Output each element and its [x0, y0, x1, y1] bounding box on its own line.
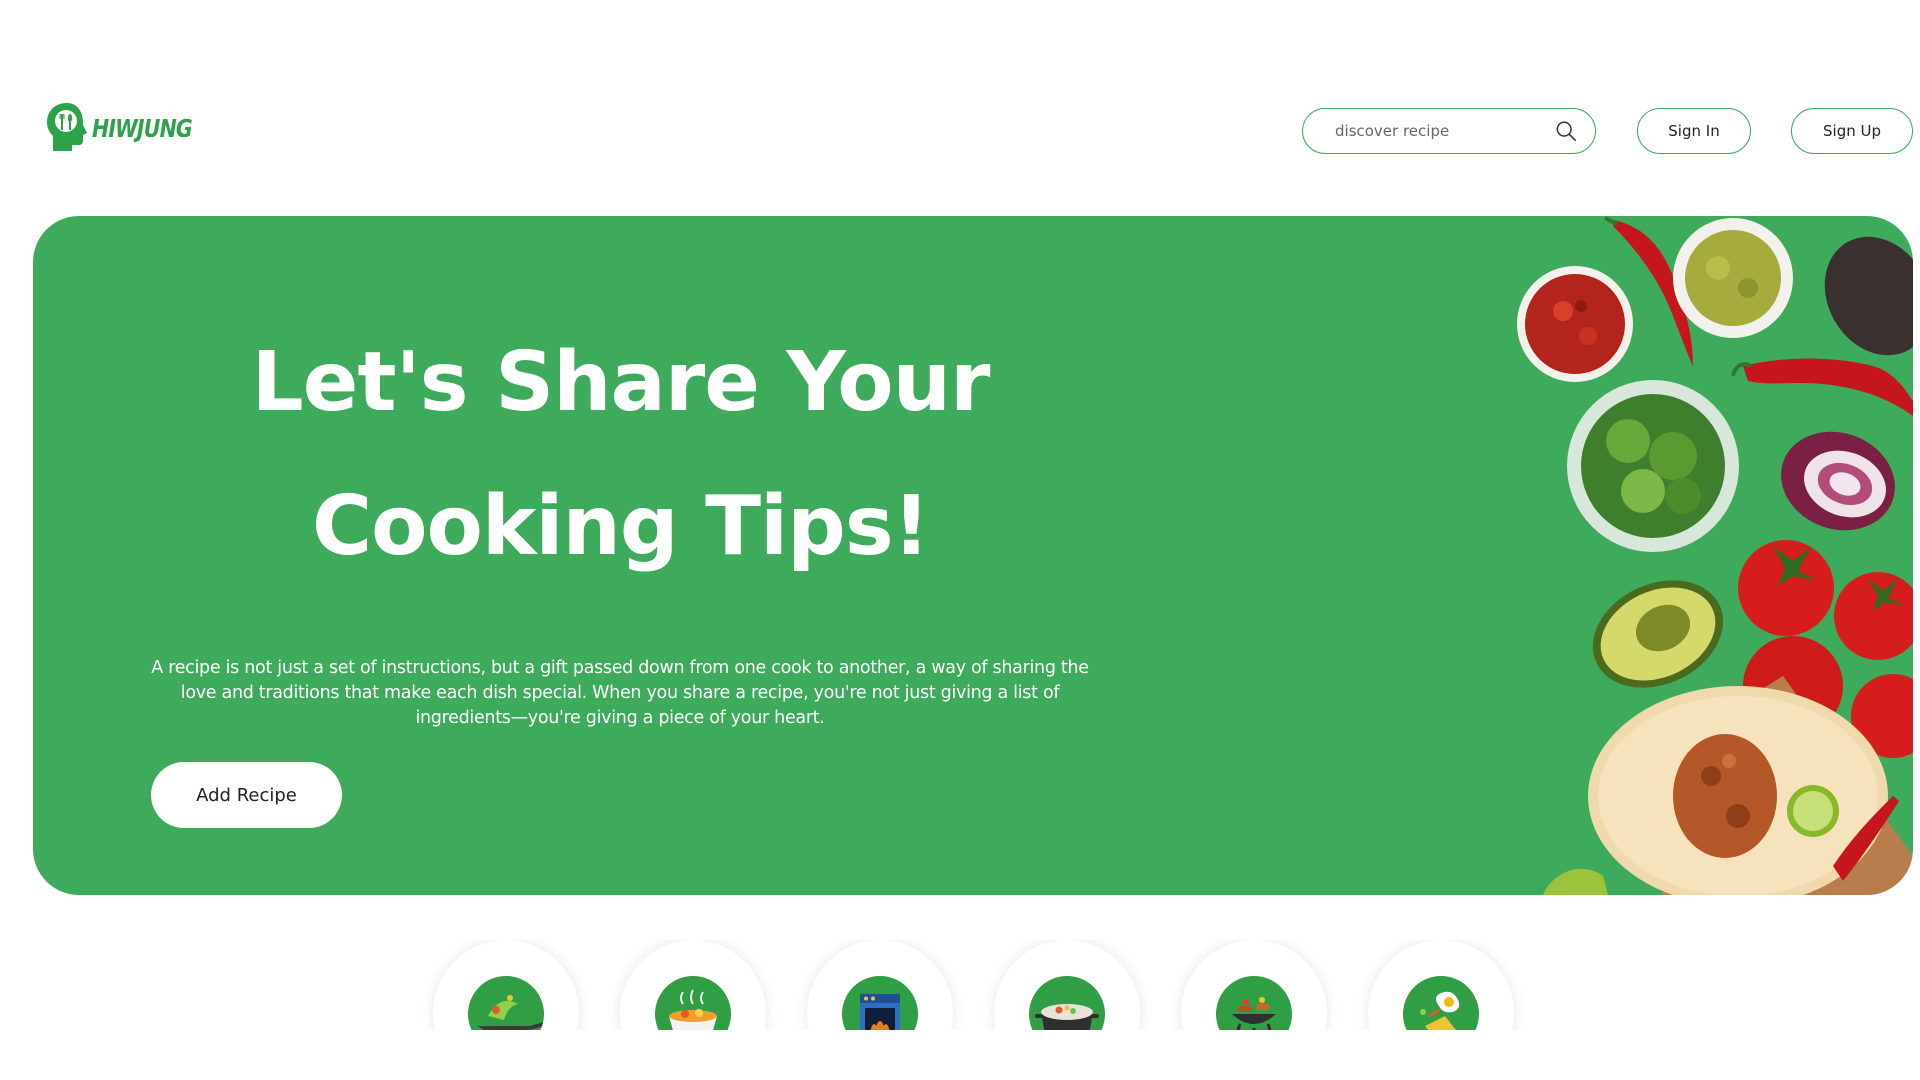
brand-logo[interactable]: HIWJUNG — [44, 100, 214, 156]
category-strip — [0, 940, 1920, 1030]
stir-fry-wok-icon — [468, 976, 544, 1030]
salad-bowl — [1567, 380, 1739, 552]
sign-up-button[interactable]: Sign Up — [1791, 108, 1913, 154]
hero-title-line-1: Let's Share Your — [251, 335, 991, 430]
search-input[interactable] — [1333, 121, 1555, 141]
half-avocado — [1592, 580, 1724, 688]
category-steaming[interactable] — [620, 940, 766, 1030]
red-chili-pepper-2 — [1743, 358, 1913, 416]
guacamole-bowl — [1673, 218, 1793, 338]
sign-in-button[interactable]: Sign In — [1637, 108, 1751, 154]
category-grill[interactable] — [1181, 940, 1327, 1030]
breakfast-egg-icon — [1403, 976, 1479, 1030]
hero-description: A recipe is not just a set of instructio… — [151, 658, 1089, 728]
category-oven[interactable] — [807, 940, 953, 1030]
oven-icon — [842, 976, 918, 1030]
category-stir-fry[interactable] — [433, 940, 579, 1030]
search-icon[interactable] — [1555, 120, 1577, 142]
search-bar[interactable] — [1302, 108, 1596, 154]
category-soup[interactable] — [994, 940, 1140, 1030]
add-recipe-button[interactable]: Add Recipe — [151, 762, 342, 828]
grill-icon — [1216, 976, 1292, 1030]
whole-avocado — [1824, 236, 1913, 356]
hero-title: Let's Share Your Cooking Tips! — [33, 311, 1208, 599]
steaming-dish-icon — [655, 976, 731, 1030]
category-breakfast[interactable] — [1368, 940, 1514, 1030]
head-logo-icon — [47, 103, 87, 151]
brand-name: HIWJUNG — [92, 113, 193, 143]
hero-banner: Let's Share Your Cooking Tips! A recipe … — [33, 216, 1913, 895]
hero-title-line-2: Cooking Tips! — [311, 479, 930, 574]
salsa-bowl — [1517, 266, 1633, 382]
site-header: HIWJUNG Sign In Sign Up — [0, 0, 1920, 200]
fresh-ingredients-image — [1517, 216, 1913, 895]
soup-pot-icon — [1029, 976, 1105, 1030]
red-onion — [1781, 431, 1895, 531]
lime-slice — [1543, 868, 1608, 895]
